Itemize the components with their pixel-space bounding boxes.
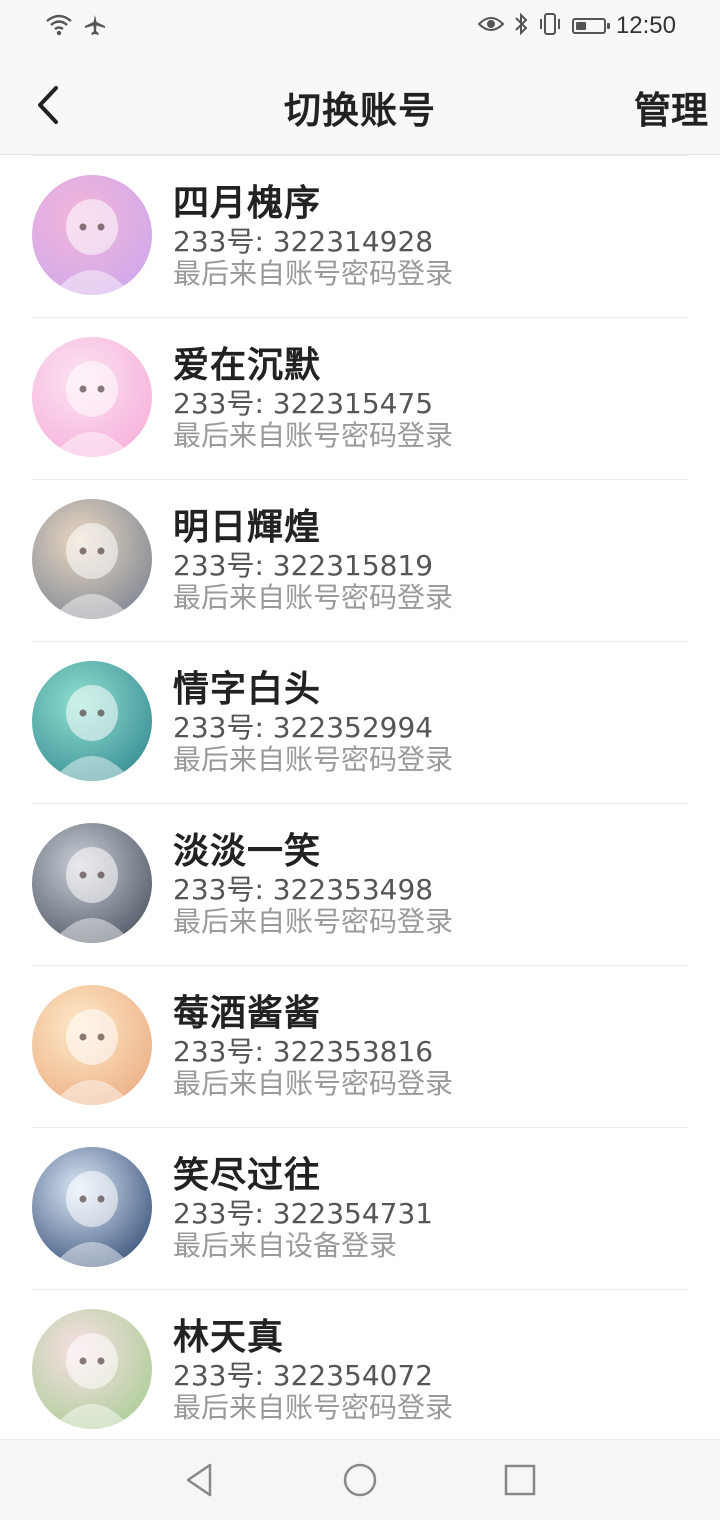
avatar-illustration <box>52 361 132 457</box>
last-login-method: 最后来自设备登录 <box>173 1229 398 1262</box>
avatar-illustration <box>52 847 132 943</box>
avatar <box>32 1147 152 1267</box>
eye-icon <box>477 14 505 38</box>
account-name: 淡淡一笑 <box>173 831 322 872</box>
account-uid: 233号: 322353816 <box>173 1035 434 1068</box>
account-info: 情字白头 233号: 322352994 最后来自账号密码登录 <box>173 670 453 776</box>
account-info: 明日輝煌 233号: 322315819 最后来自账号密码登录 <box>173 508 453 614</box>
account-uid: 233号: 322352994 <box>173 711 434 744</box>
account-row[interactable]: 莓酒酱酱 233号: 322353816 最后来自账号密码登录 <box>32 965 688 1127</box>
account-name: 明日輝煌 <box>173 507 322 548</box>
account-row[interactable]: 笑尽过往 233号: 322354731 最后来自设备登录 <box>32 1127 688 1289</box>
account-uid: 233号: 322354072 <box>173 1359 434 1392</box>
wifi-icon <box>46 14 72 40</box>
avatar-illustration <box>52 1333 132 1429</box>
avatar <box>32 1309 152 1429</box>
manage-button[interactable]: 管理 <box>634 80 708 134</box>
page-title: 切换账号 <box>284 89 436 132</box>
account-row[interactable]: 林天真 233号: 322354072 最后来自账号密码登录 <box>32 1289 688 1451</box>
last-login-method: 最后来自账号密码登录 <box>173 419 454 452</box>
last-login-method: 最后来自账号密码登录 <box>173 905 454 938</box>
account-name: 林天真 <box>173 1317 285 1358</box>
avatar <box>32 985 152 1105</box>
nav-home-button[interactable] <box>340 1460 380 1500</box>
last-login-method: 最后来自账号密码登录 <box>173 1391 454 1424</box>
last-login-method: 最后来自账号密码登录 <box>173 257 454 290</box>
account-row[interactable]: 爱在沉默 233号: 322315475 最后来自账号密码登录 <box>32 317 688 479</box>
avatar-illustration <box>52 523 132 619</box>
nav-home-icon <box>343 1463 377 1497</box>
status-right-icons: 12:50 <box>477 12 676 40</box>
account-uid: 233号: 322353498 <box>173 873 434 906</box>
nav-recents-icon <box>504 1464 536 1496</box>
avatar-illustration <box>52 199 132 295</box>
account-info: 莓酒酱酱 233号: 322353816 最后来自账号密码登录 <box>173 994 453 1100</box>
avatar <box>32 823 152 943</box>
account-row[interactable]: 情字白头 233号: 322352994 最后来自账号密码登录 <box>32 641 688 803</box>
nav-back-icon <box>186 1463 212 1497</box>
account-info: 四月槐序 233号: 322314928 最后来自账号密码登录 <box>173 184 453 290</box>
account-row[interactable]: 淡淡一笑 233号: 322353498 最后来自账号密码登录 <box>32 803 688 965</box>
battery-fill <box>575 22 586 30</box>
airplane-icon <box>84 14 106 40</box>
avatar <box>32 175 152 295</box>
avatar-illustration <box>52 1171 132 1267</box>
account-info: 林天真 233号: 322354072 最后来自账号密码登录 <box>173 1318 453 1424</box>
status-bar: 12:50 <box>0 0 720 56</box>
account-name: 爱在沉默 <box>173 345 322 386</box>
avatar-illustration <box>52 1009 132 1105</box>
battery-icon <box>571 18 610 34</box>
account-uid: 233号: 322315819 <box>173 549 434 582</box>
avatar <box>32 661 152 781</box>
avatar <box>32 337 152 457</box>
account-uid: 233号: 322354731 <box>173 1197 434 1230</box>
account-info: 笑尽过往 233号: 322354731 最后来自设备登录 <box>173 1156 433 1262</box>
account-info: 爱在沉默 233号: 322315475 最后来自账号密码登录 <box>173 346 453 452</box>
account-name: 情字白头 <box>173 669 322 710</box>
account-name: 四月槐序 <box>173 183 322 224</box>
bluetooth-icon <box>514 12 528 40</box>
account-row[interactable]: 明日輝煌 233号: 322315819 最后来自账号密码登录 <box>32 479 688 641</box>
nav-recents-button[interactable] <box>500 1460 540 1500</box>
account-list: 四月槐序 233号: 322314928 最后来自账号密码登录 爱在沉默 233号: 3… <box>0 155 720 1451</box>
last-login-method: 最后来自账号密码登录 <box>173 581 454 614</box>
last-login-method: 最后来自账号密码登录 <box>173 743 454 776</box>
account-info: 淡淡一笑 233号: 322353498 最后来自账号密码登录 <box>173 832 453 938</box>
account-uid: 233号: 322315475 <box>173 387 434 420</box>
last-login-method: 最后来自账号密码登录 <box>173 1067 454 1100</box>
account-name: 莓酒酱酱 <box>173 993 322 1034</box>
avatar-illustration <box>52 685 132 781</box>
nav-back-button[interactable] <box>180 1460 220 1500</box>
avatar <box>32 499 152 619</box>
navigation-bar <box>0 1439 720 1520</box>
account-uid: 233号: 322314928 <box>173 225 434 258</box>
status-time: 12:50 <box>615 12 676 39</box>
vibrate-icon <box>538 12 562 40</box>
account-name: 笑尽过往 <box>173 1155 322 1196</box>
account-row[interactable]: 四月槐序 233号: 322314928 最后来自账号密码登录 <box>32 155 688 317</box>
status-left-icons <box>46 14 106 40</box>
app-header: 切换账号 管理 <box>0 56 720 155</box>
